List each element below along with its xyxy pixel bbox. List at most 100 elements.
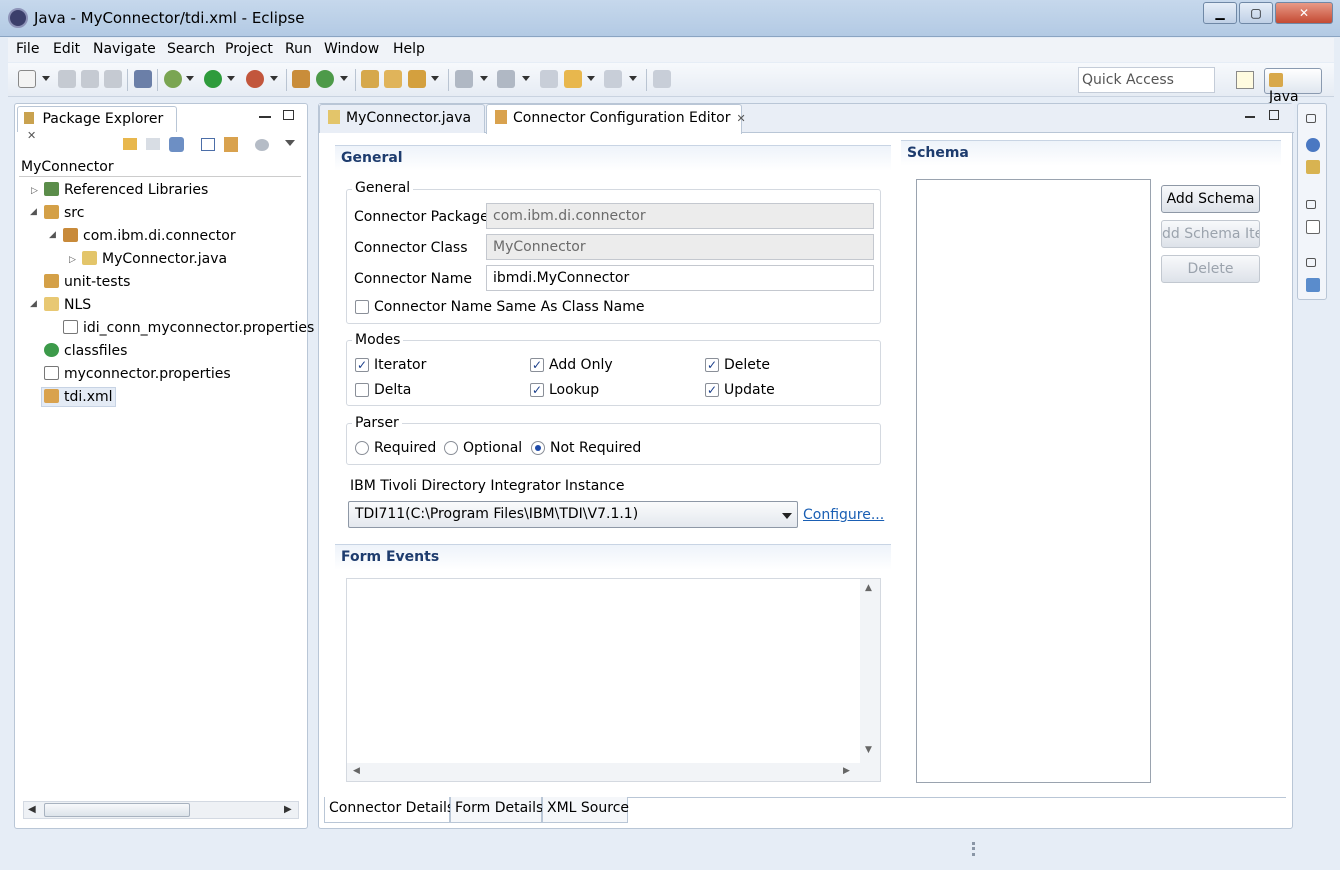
form-events-section-title[interactable]: Form Events — [335, 544, 891, 570]
java-perspective-button[interactable]: Java — [1264, 68, 1322, 105]
configure-link[interactable]: Configure... — [803, 507, 884, 523]
restore-icon[interactable] — [1306, 200, 1316, 209]
close-button[interactable]: ✕ — [1275, 2, 1333, 24]
maximize-button[interactable]: ▢ — [1239, 2, 1273, 24]
tree-item-src[interactable]: src — [44, 205, 84, 221]
collapse-icon[interactable]: ◢ — [30, 207, 37, 217]
parser-required-radio[interactable] — [355, 441, 369, 455]
back-icon[interactable] — [564, 70, 582, 88]
forward-icon[interactable] — [604, 70, 622, 88]
restore-icon[interactable] — [1306, 114, 1316, 123]
collapse-all-icon[interactable] — [201, 138, 215, 151]
filter-icon[interactable] — [255, 139, 269, 151]
connector-name-field[interactable]: ibmdi.MyConnector — [486, 265, 874, 291]
horizontal-scrollbar[interactable]: ◀ ▶ — [23, 801, 299, 819]
menu-window[interactable]: Window — [324, 41, 379, 57]
schema-section-title[interactable]: Schema — [901, 140, 1281, 166]
open-type-icon[interactable] — [361, 70, 379, 88]
open-perspective-icon[interactable] — [1236, 71, 1254, 89]
menu-navigate[interactable]: Navigate — [93, 41, 156, 57]
iterator-checkbox[interactable]: ✓ — [355, 358, 369, 372]
menu-help[interactable]: Help — [393, 41, 425, 57]
tree-item-package[interactable]: com.ibm.di.connector — [63, 228, 236, 244]
add-schema-button[interactable]: Add Schema — [1161, 185, 1260, 213]
tdi-instance-select[interactable]: TDI711(C:\Program Files\IBM\TDI\V7.1.1) — [348, 501, 798, 528]
link-with-editor-icon[interactable] — [224, 137, 238, 152]
parser-not-required-radio[interactable] — [531, 441, 545, 455]
maximize-editor-icon[interactable] — [1269, 110, 1279, 120]
tree-item-nls[interactable]: NLS — [44, 297, 91, 313]
horizontal-scrollbar[interactable]: ◀ ▶ — [347, 763, 880, 781]
lookup-checkbox[interactable]: ✓ — [530, 383, 544, 397]
tree-item-classfiles[interactable]: classfiles — [44, 343, 127, 359]
scroll-right-icon[interactable]: ▶ — [284, 804, 292, 815]
view-menu-icon[interactable] — [285, 140, 295, 146]
status-handle-icon[interactable] — [972, 842, 975, 856]
pin-editor-icon[interactable] — [653, 70, 671, 88]
quick-access-input[interactable]: Quick Access — [1078, 67, 1215, 93]
back-icon[interactable] — [123, 138, 137, 150]
up-folder-icon[interactable] — [169, 137, 184, 152]
print-icon[interactable] — [104, 70, 122, 88]
open-folder-icon[interactable] — [384, 70, 402, 88]
close-icon[interactable]: ✕ — [737, 112, 746, 125]
javadoc-icon[interactable] — [1306, 138, 1320, 152]
external-tools-icon[interactable] — [246, 70, 264, 88]
same-name-checkbox[interactable] — [355, 300, 369, 314]
tab-form-details[interactable]: Form Details — [450, 797, 543, 823]
tree-item-myconnector-properties[interactable]: myconnector.properties — [44, 366, 231, 382]
new-dropdown-icon[interactable] — [42, 76, 50, 81]
scroll-left-icon[interactable]: ◀ — [353, 766, 360, 776]
forward-icon[interactable] — [146, 138, 160, 150]
restore-icon[interactable] — [1306, 258, 1316, 267]
menu-edit[interactable]: Edit — [53, 41, 80, 57]
delta-checkbox[interactable] — [355, 383, 369, 397]
scroll-right-icon[interactable]: ▶ — [843, 766, 850, 776]
minimize-editor-icon[interactable] — [1245, 116, 1255, 118]
minimize-button[interactable]: ▁ — [1203, 2, 1237, 24]
new-java-package-icon[interactable] — [292, 70, 310, 88]
tree-item-myconnector-java[interactable]: MyConnector.java — [82, 251, 227, 267]
skip-breakpoints-icon[interactable] — [134, 70, 152, 88]
save-icon[interactable] — [58, 70, 76, 88]
form-events-text-area[interactable]: ▲ ▼ ◀ ▶ — [346, 578, 881, 782]
scroll-up-icon[interactable]: ▲ — [865, 583, 872, 593]
next-annotation-icon[interactable] — [455, 70, 473, 88]
run-icon[interactable] — [204, 70, 222, 88]
add-only-checkbox[interactable]: ✓ — [530, 358, 544, 372]
menu-project[interactable]: Project — [225, 41, 273, 57]
scroll-left-icon[interactable]: ◀ — [28, 804, 36, 815]
parser-optional-radio[interactable] — [444, 441, 458, 455]
add-schema-item-button[interactable]: dd Schema Ite — [1161, 220, 1260, 248]
tab-connector-configuration-editor[interactable]: Connector Configuration Editor ✕ — [486, 104, 746, 134]
tab-package-explorer[interactable]: Package Explorer ✕ — [17, 106, 177, 142]
general-section-title[interactable]: General — [335, 145, 891, 171]
new-java-class-icon[interactable] — [316, 70, 334, 88]
scrollbar-thumb[interactable] — [44, 803, 190, 817]
tab-myconnector-java[interactable]: MyConnector.java — [319, 104, 485, 133]
collapse-icon[interactable]: ◢ — [49, 230, 56, 240]
project-name[interactable]: MyConnector — [21, 159, 114, 175]
last-edit-icon[interactable] — [540, 70, 558, 88]
declaration-icon[interactable] — [1306, 160, 1320, 174]
schema-list[interactable] — [916, 179, 1151, 783]
vertical-scrollbar[interactable]: ▲ ▼ — [860, 579, 880, 763]
edit-icon[interactable] — [408, 70, 426, 88]
delete-checkbox[interactable]: ✓ — [705, 358, 719, 372]
expand-icon[interactable]: ▷ — [69, 255, 76, 265]
outline-list-icon[interactable] — [1306, 220, 1320, 234]
minimize-view-icon[interactable] — [259, 116, 271, 118]
menu-search[interactable]: Search — [167, 41, 215, 57]
scroll-down-icon[interactable]: ▼ — [865, 745, 872, 755]
tab-connector-details[interactable]: Connector Details — [324, 797, 454, 823]
menu-file[interactable]: File — [16, 41, 39, 57]
delete-button[interactable]: Delete — [1161, 255, 1260, 283]
tree-item-nls-properties[interactable]: idi_conn_myconnector.properties — [63, 320, 314, 336]
connector-package-field[interactable]: com.ibm.di.connector — [486, 203, 874, 229]
connector-class-field[interactable]: MyConnector — [486, 234, 874, 260]
close-icon[interactable]: ✕ — [27, 129, 36, 142]
collapse-icon[interactable]: ◢ — [30, 299, 37, 309]
save-all-icon[interactable] — [81, 70, 99, 88]
tree-item-unit-tests[interactable]: unit-tests — [44, 274, 130, 290]
previous-annotation-icon[interactable] — [497, 70, 515, 88]
